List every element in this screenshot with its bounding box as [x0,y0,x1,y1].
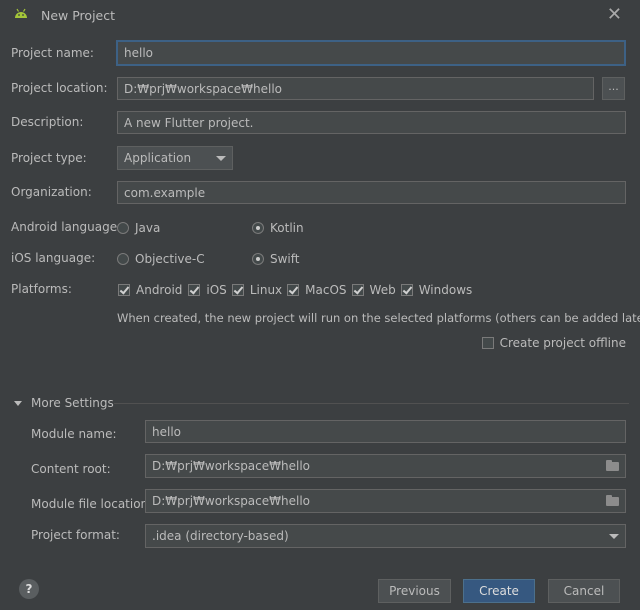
module-file-location-value: D:₩prj₩workspace₩hello [152,494,311,508]
folder-icon[interactable] [606,494,619,506]
close-icon[interactable]: ✕ [607,4,622,25]
checkbox-android[interactable] [118,284,130,296]
content-root-input[interactable]: D:₩prj₩workspace₩hello [145,454,626,478]
content-root-value: D:₩prj₩workspace₩hello [152,459,311,473]
more-settings-toggle[interactable]: More Settings [14,396,114,410]
content-root-label: Content root: [31,462,111,476]
module-file-location-label: Module file location: [31,497,153,511]
module-name-value: hello [152,424,181,439]
cancel-button[interactable]: Cancel [548,579,620,603]
window-title: New Project [41,8,116,23]
radio-java-circle[interactable] [117,222,129,234]
radio-kotlin[interactable]: Kotlin [252,221,304,235]
checkbox-macos[interactable] [287,284,300,296]
radio-objective-c[interactable]: Objective-C [117,252,205,266]
description-label: Description: [11,115,84,129]
platform-web[interactable]: Web [351,283,396,297]
project-name-input[interactable]: hello [116,40,626,66]
title-bar: New Project ✕ [0,0,640,32]
platform-linux[interactable]: Linux [231,283,283,297]
project-format-dropdown[interactable]: .idea (directory-based) [145,524,626,548]
android-icon [15,8,27,18]
checkbox-offline[interactable] [481,337,494,349]
project-format-label: Project format: [31,528,120,542]
organization-value: com.example [124,185,206,200]
platform-ios[interactable]: iOS [188,283,227,297]
platform-ios-label: iOS [206,283,227,297]
create-button[interactable]: Create [463,579,535,603]
platform-macos-label: MacOS [305,283,347,297]
android-language-label: Android language: [11,220,122,234]
project-format-value: .idea (directory-based) [152,529,289,543]
project-location-input[interactable]: D:₩prj₩workspace₩hello [117,77,594,100]
description-input[interactable]: A new Flutter project. [117,111,626,134]
project-type-value: Application [124,151,192,165]
previous-label: Previous [389,584,440,598]
organization-input[interactable]: com.example [117,181,626,204]
platform-macos[interactable]: MacOS [287,283,347,297]
create-label: Create [479,584,519,598]
module-name-label: Module name: [31,427,117,441]
project-location-label: Project location: [11,81,108,95]
platforms-label: Platforms: [11,282,72,296]
expand-triangle-icon[interactable] [14,400,22,406]
radio-objective-c-circle[interactable] [117,253,129,265]
chevron-down-icon [609,533,619,539]
module-name-input[interactable]: hello [145,420,626,443]
cancel-label: Cancel [563,584,605,598]
project-location-value: D:₩prj₩workspace₩hello [124,81,283,96]
checkbox-ios[interactable] [188,284,201,296]
help-icon: ? [25,582,33,596]
ios-language-label: iOS language: [11,251,96,265]
project-type-dropdown[interactable]: Application [117,146,233,170]
offline-label: Create project offline [499,336,626,350]
more-settings-divider [114,403,629,404]
radio-swift-label: Swift [270,252,300,266]
browse-label: ... [608,80,619,93]
checkbox-web[interactable] [351,284,364,296]
platform-linux-label: Linux [249,283,283,297]
radio-java-label: Java [135,221,161,235]
checkbox-linux[interactable] [231,284,244,296]
description-value: A new Flutter project. [124,115,254,130]
project-type-label: Project type: [11,151,87,165]
radio-java[interactable]: Java [117,221,160,235]
offline-option[interactable]: Create project offline [481,336,626,350]
platform-web-label: Web [369,283,396,297]
radio-swift[interactable]: Swift [252,252,299,266]
organization-label: Organization: [11,185,92,199]
platform-windows[interactable]: Windows [400,283,473,297]
platforms-note: When created, the new project will run o… [117,311,640,325]
radio-swift-circle[interactable] [252,253,264,265]
help-button[interactable]: ? [19,579,39,599]
radio-objective-c-label: Objective-C [135,252,205,266]
browse-location-button[interactable]: ... [602,77,625,100]
more-settings-title: More Settings [31,396,114,410]
radio-kotlin-label: Kotlin [270,221,304,235]
previous-button[interactable]: Previous [378,579,451,603]
project-name-value: hello [124,46,153,60]
project-name-label: Project name: [11,46,94,60]
checkbox-windows[interactable] [400,284,413,296]
platform-windows-label: Windows [418,283,473,297]
platform-android-label: Android [136,283,183,297]
folder-icon[interactable] [606,459,619,471]
platforms-row: Android iOS Linux MacOS Web Windows [118,283,472,297]
module-file-location-input[interactable]: D:₩prj₩workspace₩hello [145,489,626,513]
chevron-down-icon [216,155,226,161]
radio-kotlin-circle[interactable] [252,222,264,234]
platform-android[interactable]: Android [118,283,182,297]
